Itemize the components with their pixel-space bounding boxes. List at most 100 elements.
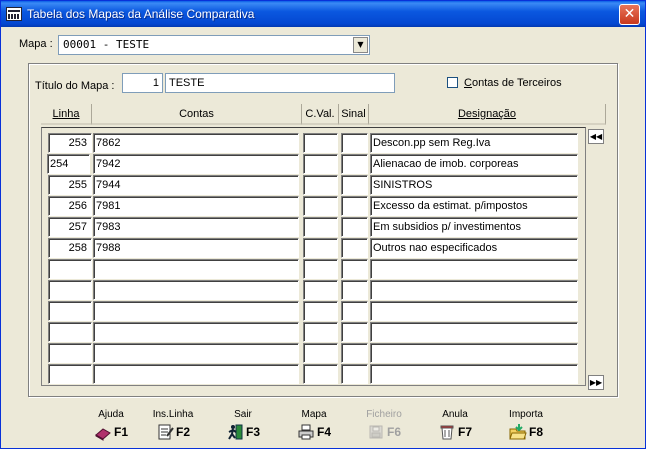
sinal-cell[interactable]: [341, 238, 368, 258]
designacao-cell[interactable]: Em subsidios p/ investimentos: [370, 217, 578, 237]
toolbar-button-body: F6: [354, 423, 414, 441]
cval-cell[interactable]: [303, 133, 338, 153]
contas-cell[interactable]: [93, 343, 299, 363]
linha-cell[interactable]: [48, 301, 92, 321]
table-row: 254 7942 Alienacao de imob. corporeas: [42, 154, 585, 175]
table-row: 253 7862 Descon.pp sem Reg.Iva: [42, 133, 585, 154]
toolbar-button-label: Mapa: [301, 409, 327, 420]
nav-last-button[interactable]: ▶▶: [588, 375, 604, 390]
contas-cell[interactable]: [93, 259, 299, 279]
cval-cell[interactable]: [303, 196, 338, 216]
designacao-cell[interactable]: [370, 280, 578, 300]
sinal-cell[interactable]: [341, 301, 368, 321]
contas-cell[interactable]: [93, 364, 299, 384]
linha-cell[interactable]: 255: [48, 175, 92, 195]
cval-cell[interactable]: [303, 175, 338, 195]
toolbar-button-key: F2: [175, 425, 190, 439]
mapa-select[interactable]: 00001 - TESTE ▼: [58, 35, 370, 55]
sinal-cell[interactable]: [341, 343, 368, 363]
sinal-cell[interactable]: [341, 322, 368, 342]
header-linha[interactable]: Linha: [41, 104, 92, 125]
linha-cell[interactable]: 257: [48, 217, 92, 237]
linha-cell[interactable]: 258: [48, 238, 92, 258]
contas-cell[interactable]: [93, 301, 299, 321]
grid-body: 253 7862 Descon.pp sem Reg.Iva 254 7942 Alien…: [41, 127, 586, 386]
contas-cell[interactable]: 7944: [93, 175, 299, 195]
designacao-cell[interactable]: [370, 259, 578, 279]
nav-first-button[interactable]: ◀◀: [588, 129, 604, 144]
file-icon: [367, 423, 385, 441]
contas-terceiros-checkbox[interactable]: [447, 77, 458, 88]
sinal-cell[interactable]: [341, 154, 368, 174]
close-button[interactable]: ✕: [619, 4, 640, 25]
titulo-number-input[interactable]: 1: [122, 73, 163, 93]
table-row: 257 7983 Em subsidios p/ investimentos: [42, 217, 585, 238]
contas-cell[interactable]: 7942: [93, 154, 299, 174]
cval-cell[interactable]: [303, 280, 338, 300]
mapa-label: Mapa :: [19, 38, 53, 50]
table-row: [42, 301, 585, 322]
sinal-cell[interactable]: [341, 259, 368, 279]
toolbar-button-body: F3: [213, 423, 273, 441]
designacao-cell[interactable]: [370, 301, 578, 321]
toolbar-button-f1[interactable]: Ajuda F1: [81, 409, 141, 447]
linha-cell[interactable]: [48, 364, 92, 384]
toolbar-button-f2[interactable]: Ins.Linha F2: [143, 409, 203, 447]
designacao-cell[interactable]: SINISTROS: [370, 175, 578, 195]
app-icon: [6, 7, 22, 21]
table-row: [42, 343, 585, 364]
linha-cell[interactable]: 256: [48, 196, 92, 216]
contas-cell[interactable]: [93, 322, 299, 342]
linha-cell[interactable]: 254: [47, 154, 90, 174]
chevron-down-icon[interactable]: ▼: [353, 37, 368, 53]
cval-cell[interactable]: [303, 154, 338, 174]
sinal-cell[interactable]: [341, 175, 368, 195]
sinal-cell[interactable]: [341, 217, 368, 237]
sinal-cell[interactable]: [341, 196, 368, 216]
header-cval[interactable]: C.Val.: [302, 104, 339, 125]
linha-cell[interactable]: [48, 280, 92, 300]
contas-cell[interactable]: 7988: [93, 238, 299, 258]
printer-icon: [297, 423, 315, 441]
linha-cell[interactable]: [48, 343, 92, 363]
sinal-cell[interactable]: [341, 280, 368, 300]
toolbar-button-body: F7: [425, 423, 485, 441]
cval-cell[interactable]: [303, 259, 338, 279]
cval-cell[interactable]: [303, 322, 338, 342]
contas-cell[interactable]: 7862: [93, 133, 299, 153]
designacao-cell[interactable]: Descon.pp sem Reg.Iva: [370, 133, 578, 153]
designacao-cell[interactable]: [370, 322, 578, 342]
contas-terceiros-label: Contas de Terceiros: [464, 77, 562, 89]
toolbar-button-f8[interactable]: Importa F8: [496, 409, 556, 447]
designacao-cell[interactable]: [370, 364, 578, 384]
linha-cell[interactable]: 253: [48, 133, 92, 153]
contas-cell[interactable]: 7981: [93, 196, 299, 216]
table-row: [42, 259, 585, 280]
toolbar-button-f7[interactable]: Anula F7: [425, 409, 485, 447]
cval-cell[interactable]: [303, 364, 338, 384]
toolbar-button-body: F1: [81, 423, 141, 441]
table-row: 255 7944 SINISTROS: [42, 175, 585, 196]
toolbar-button-body: F8: [496, 423, 556, 441]
designacao-cell[interactable]: Outros nao especificados: [370, 238, 578, 258]
designacao-cell[interactable]: [370, 343, 578, 363]
toolbar-button-f4[interactable]: Mapa F4: [284, 409, 344, 447]
cval-cell[interactable]: [303, 343, 338, 363]
linha-cell[interactable]: [48, 322, 92, 342]
toolbar-button-f3[interactable]: Sair F3: [213, 409, 273, 447]
titulo-text-input[interactable]: TESTE: [165, 73, 395, 93]
designacao-cell[interactable]: Excesso da estimat. p/impostos: [370, 196, 578, 216]
contas-cell[interactable]: [93, 280, 299, 300]
cval-cell[interactable]: [303, 217, 338, 237]
cval-cell[interactable]: [303, 238, 338, 258]
sinal-cell[interactable]: [341, 133, 368, 153]
header-contas[interactable]: Contas: [92, 104, 302, 125]
linha-cell[interactable]: [48, 259, 92, 279]
designacao-cell[interactable]: Alienacao de imob. corporeas: [370, 154, 578, 174]
contas-cell[interactable]: 7983: [93, 217, 299, 237]
cval-cell[interactable]: [303, 301, 338, 321]
header-sinal[interactable]: Sinal: [339, 104, 369, 125]
sinal-cell[interactable]: [341, 364, 368, 384]
toolbar-button-key: F6: [386, 425, 401, 439]
header-designacao[interactable]: Designação: [369, 104, 606, 125]
